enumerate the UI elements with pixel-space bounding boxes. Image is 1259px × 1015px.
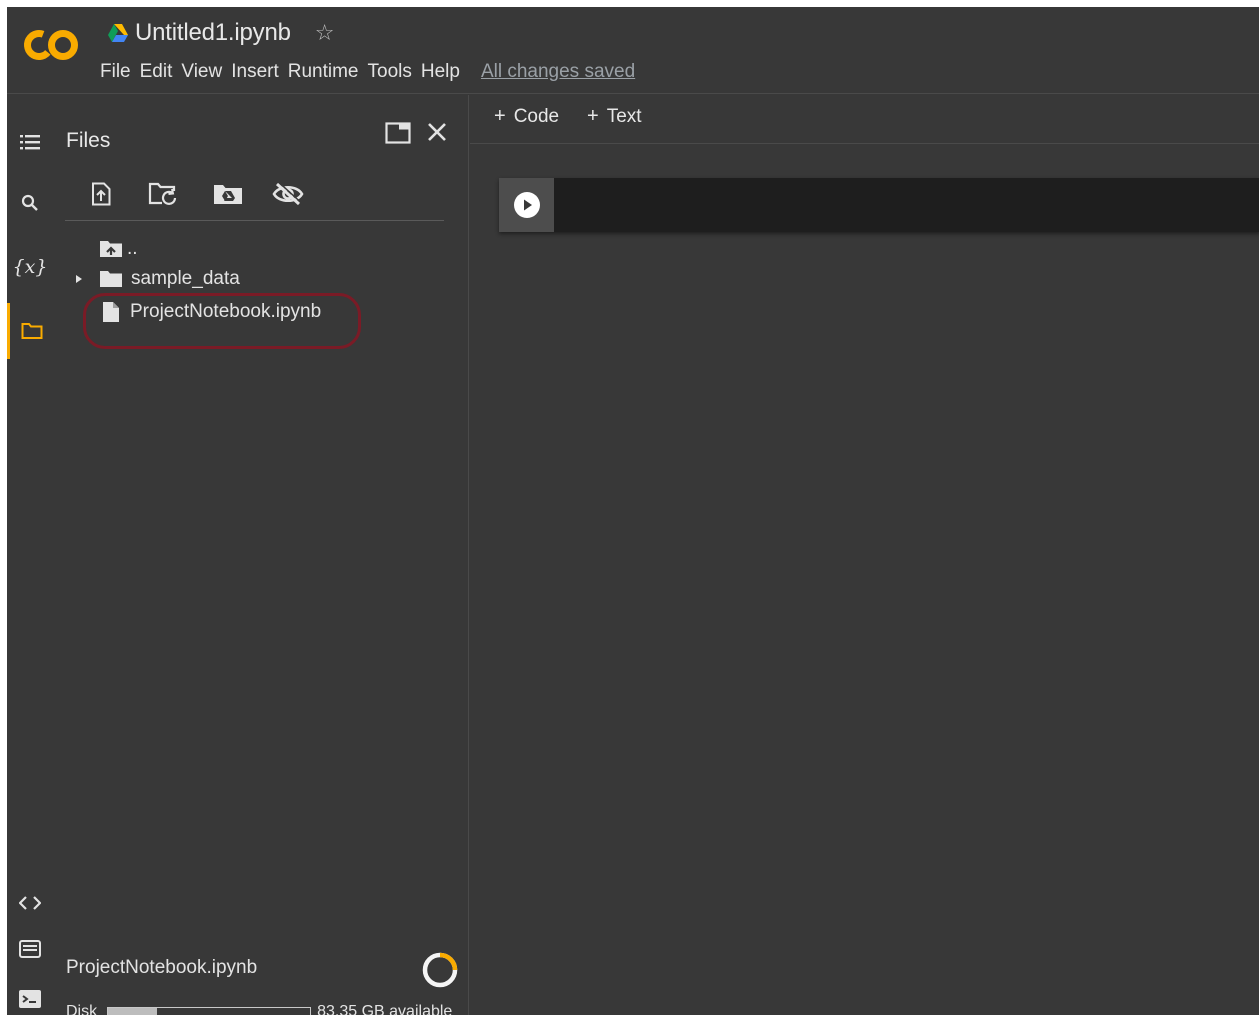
code-cell[interactable] <box>499 178 1259 232</box>
run-cell-icon[interactable] <box>513 191 541 219</box>
plus-icon: + <box>587 105 599 127</box>
menu-bar: File Edit View Insert Runtime Tools Help… <box>100 61 635 83</box>
cell-gutter <box>499 178 554 232</box>
files-panel: Files .. sample_data ProjectNotebook.ipy… <box>53 95 469 1015</box>
side-rail: {x} <box>7 95 53 1015</box>
add-code-label: Code <box>513 105 560 127</box>
files-panel-footer: ProjectNotebook.ipynb Disk 83.35 GB avai… <box>66 941 466 1015</box>
files-panel-title: Files <box>66 129 111 152</box>
list-icon <box>20 135 40 150</box>
notebook-title[interactable]: Untitled1.ipynb <box>135 19 291 47</box>
disk-usage-bar <box>107 1006 312 1015</box>
terminal-icon <box>19 990 41 1008</box>
command-palette-button[interactable] <box>7 927 53 971</box>
disk-available: 83.35 GB available <box>317 1003 453 1015</box>
menu-view[interactable]: View <box>181 61 231 83</box>
search-icon <box>21 194 38 211</box>
google-drive-icon <box>108 24 128 42</box>
colab-window: Untitled1.ipynb ☆ File Edit View Insert … <box>7 7 1259 1015</box>
upload-file-icon <box>92 182 111 206</box>
footer-file-name: ProjectNotebook.ipynb <box>66 957 258 978</box>
mount-drive-icon <box>214 185 242 204</box>
search-button[interactable] <box>7 181 53 225</box>
loading-spinner-icon <box>422 952 458 988</box>
folder-icon <box>21 323 42 339</box>
menu-edit[interactable]: Edit <box>140 61 182 83</box>
refresh-folder-icon <box>148 182 177 205</box>
disk-label: Disk <box>66 1003 98 1015</box>
files-button[interactable] <box>7 303 53 359</box>
title-row: Untitled1.ipynb ☆ <box>107 19 335 47</box>
disk-usage: Disk 83.35 GB available <box>66 1003 452 1015</box>
add-text-button[interactable]: + Text <box>587 105 642 128</box>
terminal-button[interactable] <box>7 977 53 1015</box>
upload-file-button[interactable] <box>83 177 119 211</box>
header: Untitled1.ipynb ☆ File Edit View Insert … <box>7 7 1259 94</box>
menu-help[interactable]: Help <box>421 61 469 83</box>
notebook-toolbar: + Code + Text <box>470 95 1259 144</box>
files-toolbar <box>65 173 444 221</box>
close-icon[interactable] <box>425 120 449 144</box>
expand-arrow-icon[interactable] <box>73 273 85 285</box>
refresh-folder-button[interactable] <box>145 177 181 211</box>
hide-files-button[interactable] <box>270 177 306 211</box>
add-code-button[interactable]: + Code <box>494 105 559 128</box>
hide-files-icon <box>272 182 304 206</box>
highlight-ring <box>83 293 361 349</box>
save-status-link[interactable]: All changes saved <box>481 61 635 83</box>
parent-folder-icon <box>100 241 122 257</box>
variables-icon: {x} <box>12 256 48 278</box>
add-text-label: Text <box>606 105 642 127</box>
code-icon <box>19 896 41 910</box>
variables-button[interactable]: {x} <box>7 245 53 289</box>
code-snippets-button[interactable] <box>7 881 53 925</box>
menu-runtime[interactable]: Runtime <box>288 61 368 83</box>
disk-usage-fill <box>108 1007 157 1015</box>
mount-drive-button[interactable] <box>210 177 246 211</box>
tree-item-label: sample_data <box>131 268 240 289</box>
tree-item-label: .. <box>127 238 138 259</box>
open-in-tab-icon[interactable] <box>385 122 411 144</box>
menu-tools[interactable]: Tools <box>368 61 421 83</box>
plus-icon: + <box>494 105 506 127</box>
menu-insert[interactable]: Insert <box>231 61 288 83</box>
notebook-main: + Code + Text <box>470 95 1259 1015</box>
menu-file[interactable]: File <box>100 61 140 83</box>
colab-logo-icon[interactable] <box>21 27 81 63</box>
folder-icon <box>100 271 122 287</box>
tree-item-sample-data[interactable]: sample_data <box>73 266 240 292</box>
keyboard-icon <box>19 940 41 958</box>
tree-item-parent[interactable]: .. <box>99 236 138 262</box>
table-of-contents-button[interactable] <box>7 120 53 164</box>
star-outline-icon[interactable]: ☆ <box>315 20 335 46</box>
